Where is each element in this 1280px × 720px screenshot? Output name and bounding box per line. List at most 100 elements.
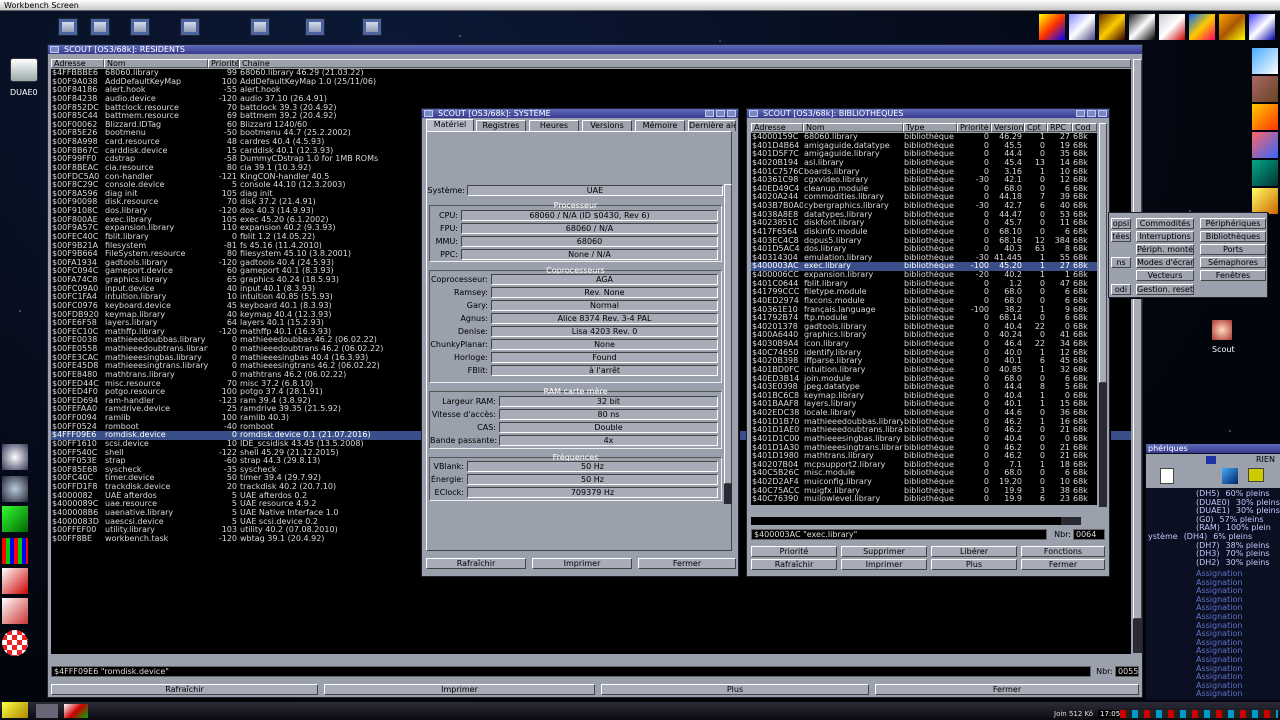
tab-derniere-alerte[interactable]: Dernière ale	[688, 120, 736, 131]
table-row[interactable]: $401BD0FC intuition.library bibliothèque 0 4…	[751, 366, 1097, 375]
tab-registres[interactable]: Registres	[476, 120, 526, 131]
table-row[interactable]: $417F6564 diskinfo.module bibliothèque 0 68.…	[751, 228, 1097, 237]
table-row[interactable]: $40C5B26C misc.module bibliothèque 0 68.0 0 6 6…	[751, 469, 1097, 478]
libraries-hscrollbar[interactable]	[751, 517, 1081, 525]
table-row[interactable]: $401BAAF8 layers.library bibliothèque 0 40.1…	[751, 400, 1097, 409]
s-icon[interactable]	[2, 506, 28, 532]
drawer-icon[interactable]	[305, 18, 325, 36]
table-row[interactable]: $40C74650 identify.library bibliothèque 0 40…	[751, 349, 1097, 358]
table-row[interactable]: $4020B398 iffparse.library bibliothèque 0 40…	[751, 357, 1097, 366]
table-row[interactable]: $403E0398 jpeg.datatype bibliothèque 0 44.4 8…	[751, 383, 1097, 392]
monitor-icon[interactable]	[1248, 468, 1264, 482]
drawer-icon[interactable]	[180, 18, 200, 36]
viewer-icon[interactable]	[1129, 14, 1155, 40]
card-icon[interactable]	[2, 568, 28, 594]
drawer-icon[interactable]	[362, 18, 382, 36]
more-button[interactable]: Plus	[601, 684, 869, 695]
print-button[interactable]: Imprimer	[324, 684, 595, 695]
col-version[interactable]: Version	[991, 123, 1024, 132]
table-row[interactable]: $4020B194 asl.library bibliothèque 0 45.4 13 1…	[751, 159, 1097, 168]
brush-icon[interactable]	[1069, 14, 1095, 40]
zoom-icon[interactable]	[1076, 110, 1085, 117]
table-row[interactable]: $4030B9A4 icon.library bibliothèque 0 46.4 22…	[751, 340, 1097, 349]
scout-main-menu[interactable]: opsi tées ns odi Commodités Périphérique…	[1108, 212, 1268, 298]
libraries-scrollbar[interactable]	[1099, 123, 1107, 507]
col-cpt[interactable]: Cpt	[1024, 123, 1047, 132]
pen-icon[interactable]	[1099, 14, 1125, 40]
boing-ball-icon[interactable]	[2, 630, 28, 656]
menu-vecteurs[interactable]: Vecteurs	[1136, 270, 1194, 281]
col-adresse[interactable]: Adresse	[51, 59, 104, 68]
table-row[interactable]: $401C0644 fblit.library bibliothèque 0 1.2 0 4…	[751, 280, 1097, 289]
scout-icon[interactable]	[1212, 320, 1232, 340]
table-row[interactable]: $41792B74 ftp.module bibliothèque 0 68.14 0 6 6…	[751, 314, 1097, 323]
libraries-list[interactable]: $4000159C 68060.library bibliothèque 0 46.29…	[751, 133, 1097, 505]
editor-icon[interactable]	[1159, 14, 1185, 40]
menu-periph-montes[interactable]: Périph. montés	[1136, 244, 1194, 255]
table-row[interactable]: $400003AC exec.library bibliothèque -100 45.…	[751, 262, 1097, 271]
menu-commodites[interactable]: Commodités	[1136, 218, 1194, 229]
magic-icon[interactable]	[1219, 14, 1245, 40]
tab-heures[interactable]: Heures	[529, 120, 579, 131]
close-icon[interactable]	[749, 110, 758, 117]
table-row[interactable]: $4023851C diskfont.library bibliothèque 0 45…	[751, 219, 1097, 228]
table-row[interactable]: $401D5F7C amigaguide.library bibliothèque 0…	[751, 150, 1097, 159]
menu-interruptions[interactable]: Interruptions	[1136, 231, 1194, 242]
table-row[interactable]: $402D2AF4 muiconfig.library bibliothèque 0 1…	[751, 478, 1097, 487]
table-row[interactable]: $400A6440 graphics.library bibliothèque 0 40…	[751, 331, 1097, 340]
close-button[interactable]: Fermer	[875, 684, 1139, 695]
table-row[interactable]: $401D1B70 mathieeedoubbas.library biblioth…	[751, 418, 1097, 427]
residents-status[interactable]: $4FFF09E6 "romdisk.device"	[51, 666, 1091, 677]
table-row[interactable]: $40201378 gadtools.library bibliothèque 0 40…	[751, 323, 1097, 332]
menu-left-3[interactable]: odi	[1111, 284, 1131, 295]
col-rpc[interactable]: RPC	[1047, 123, 1072, 132]
table-row[interactable]: $401D1980 mathtrans.library bibliothèque 0 4…	[751, 452, 1097, 461]
table-row[interactable]: $401D1C00 mathieeesingbas.library biblioth…	[751, 435, 1097, 444]
drawer-icon[interactable]	[58, 18, 78, 36]
gift-icon[interactable]	[1252, 188, 1278, 214]
table-row[interactable]: $401BC6C8 keymap.library bibliothèque 0 40.4…	[751, 392, 1097, 401]
tray-icons[interactable]	[1120, 710, 1278, 718]
table-row[interactable]: $401C7576C boards.library bibliothèque 0 3.1…	[751, 168, 1097, 177]
table-row[interactable]: $401D1A30 mathieeesingtrans.library biblio…	[751, 444, 1097, 453]
col-nom[interactable]: Nom	[803, 123, 903, 132]
table-row[interactable]: $40ED49C4 cleanup.module bibliothèque 0 68.0…	[751, 185, 1097, 194]
menu-ports[interactable]: Ports	[1200, 244, 1266, 255]
table-row[interactable]: $40ED2974 flxcons.module bibliothèque 0 68.0…	[751, 297, 1097, 306]
table-row[interactable]: $40361E10 français.language bibliothèque -1…	[751, 306, 1097, 315]
disk-icon[interactable]	[10, 58, 38, 82]
delete-button[interactable]: Supprimer	[841, 546, 927, 557]
residents-scrollbar[interactable]	[1133, 59, 1142, 653]
col-type[interactable]: Type	[903, 123, 957, 132]
libraries-status[interactable]: $400003AC "exec.library"	[751, 529, 1047, 540]
refresh-button[interactable]: Rafraîchir	[51, 684, 318, 695]
table-row[interactable]: $403B7B0A0 cybergraphics.library bibliothè…	[751, 202, 1097, 211]
system-scrollbar[interactable]	[724, 184, 732, 504]
close-icon[interactable]	[50, 46, 59, 53]
table-row[interactable]: $00F84186 alert.hook -55 alert.hook	[51, 86, 1131, 95]
arrow-icon[interactable]	[36, 704, 58, 718]
table-row[interactable]: $401D1AE0 mathieeedoubtrans.library biblio…	[751, 426, 1097, 435]
menu-semaphores[interactable]: Sémaphores	[1200, 257, 1266, 268]
menu-bibliotheques[interactable]: Bibliothèques	[1200, 231, 1266, 242]
depth-icon[interactable]	[1087, 110, 1096, 117]
col-priorite[interactable]: Priorité	[208, 59, 239, 68]
table-row[interactable]: $40C75ACC muigfx.library bibliothèque 0 19.9…	[751, 487, 1097, 496]
grid-icon[interactable]	[2, 538, 28, 564]
col-priorite[interactable]: Priorité	[957, 123, 991, 132]
libraries-title-bar[interactable]: SCOUT [OS3/68k]: BIBLIOTHÈQUES	[747, 109, 1109, 118]
close-icon[interactable]	[424, 110, 433, 117]
close-button[interactable]: Fermer	[638, 558, 736, 569]
iconify-icon[interactable]	[1098, 110, 1107, 117]
iconify-icon[interactable]	[727, 110, 736, 117]
device-row[interactable]: (DH2) 30% pleins	[1146, 558, 1280, 568]
refresh-button[interactable]: Rafraîchir	[751, 559, 837, 570]
table-row[interactable]: $41799CCC filetype.module bibliothèque 0 68.…	[751, 288, 1097, 297]
menu-left-2[interactable]: ns	[1111, 257, 1131, 268]
drawer-icon[interactable]	[250, 18, 270, 36]
print-button[interactable]: Imprimer	[841, 559, 927, 570]
table-row[interactable]: $400006CC expansion.library bibliothèque -2…	[751, 271, 1097, 280]
table-row[interactable]: $00F84238 audio.device -120 audio 37.10 (26…	[51, 95, 1131, 104]
drive-icon[interactable]	[2, 476, 28, 502]
cross-icon[interactable]	[1252, 160, 1278, 186]
